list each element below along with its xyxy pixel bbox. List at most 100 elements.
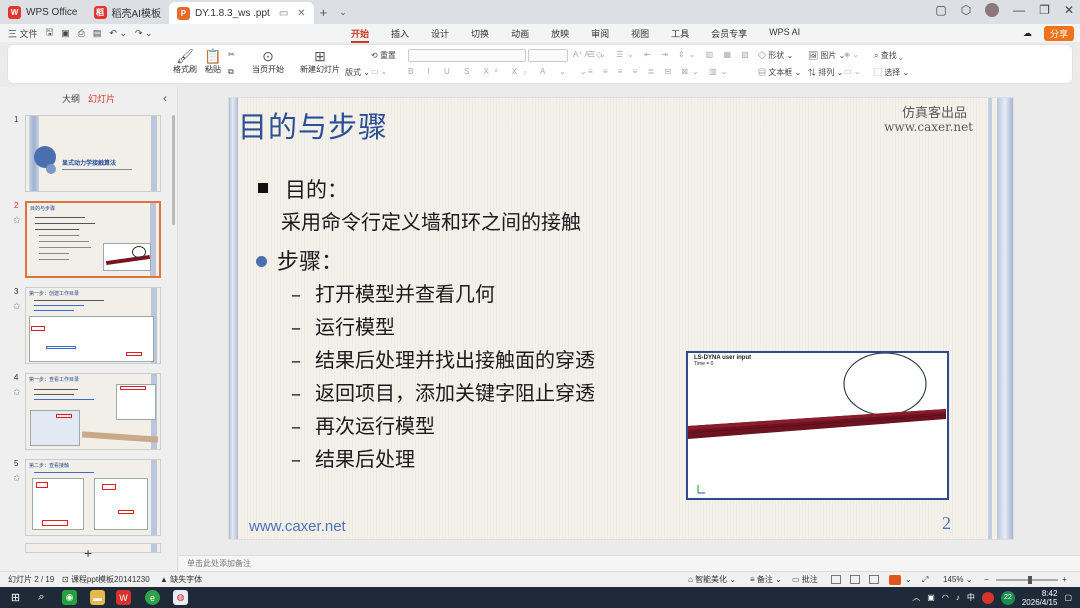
ribbon-tab-tools[interactable]: 工具 (660, 27, 700, 40)
slideshow-dropdown-icon[interactable]: ⌄ (905, 575, 912, 584)
zoom-in-icon[interactable]: + (1062, 575, 1067, 584)
slide-thumbnail[interactable]: 第一步：查看工作目录 (25, 373, 161, 450)
fill-icon[interactable]: ◈ ⌄ (844, 50, 859, 59)
green-app-icon[interactable]: e (145, 590, 160, 605)
open-icon[interactable]: ▣ (61, 28, 70, 39)
ribbon-tab-insert[interactable]: 插入 (380, 27, 420, 40)
fit-window-icon[interactable]: ⤢ (922, 575, 928, 585)
steps-heading[interactable]: 步骤： (277, 244, 343, 276)
font-name-select[interactable] (408, 49, 526, 62)
new-slide-button[interactable]: ⊞ 新建幻灯片 (298, 48, 342, 75)
cube-icon[interactable]: ⬡ (961, 3, 971, 17)
wechat-icon[interactable]: ◉ (62, 590, 77, 605)
font-style-buttons[interactable]: B I U S X² X₂ A ⌄ ⌄ (408, 67, 593, 76)
slide-thumbnail[interactable]: 第二步：查看接触 (25, 459, 161, 536)
thumbnail-row[interactable]: 1 显式动力学接触算法 (0, 115, 178, 193)
normal-view-icon[interactable] (831, 575, 841, 584)
zoom-out-icon[interactable]: − (984, 575, 989, 584)
reset-button[interactable]: ⟲ 重置 (371, 50, 396, 61)
app-tray-icon[interactable] (981, 591, 994, 604)
windows-start-icon[interactable]: ⊞ (8, 590, 23, 605)
preview-icon[interactable]: ▤ (93, 28, 102, 39)
undo-icon[interactable]: ↶ ⌄ (109, 28, 127, 39)
ribbon-tab-review[interactable]: 审阅 (580, 27, 620, 40)
slides-tab[interactable]: 幻灯片 (88, 92, 115, 105)
redo-icon[interactable]: ↷ ⌄ (135, 28, 153, 39)
thumbnail-row[interactable]: 4 ✩ 第一步：查看工作目录 (0, 373, 178, 451)
textbox-button[interactable]: ▤ 文本框 ⌄ (758, 67, 801, 78)
star-icon[interactable]: ✩ (13, 387, 21, 398)
outline-icon[interactable]: ▭ ⌄ (844, 67, 860, 76)
add-slide-button[interactable]: + (84, 545, 92, 561)
ribbon-tab-home[interactable]: 开始 (340, 27, 380, 43)
minimize-icon[interactable]: — (1013, 3, 1025, 17)
ime-indicator[interactable]: 中 (967, 592, 975, 603)
reading-view-icon[interactable] (869, 575, 879, 584)
wps-taskbar-icon[interactable]: W (116, 590, 131, 605)
ribbon-tab-view[interactable]: 视图 (620, 27, 660, 40)
ribbon-tab-member[interactable]: 会员专享 (700, 27, 758, 40)
paragraph-buttons-bottom[interactable]: ≡ ≡ ≡ ≡ ≣ ⊟ ⊠⌄ ▥⌄ (588, 67, 731, 76)
tray-chevron-icon[interactable]: ︿ (912, 592, 920, 603)
new-tab-button[interactable]: + (314, 5, 334, 20)
purpose-heading[interactable]: 目的： (285, 174, 348, 204)
paragraph-buttons-top[interactable]: ☰⌄ ☰⌄ ⇤ ⇥ ⇕⌄ ▥ ▦ ▧ (588, 50, 753, 59)
thumbnail-row[interactable]: 5 ✩ 第二步：查看接触 (0, 459, 178, 537)
purpose-text[interactable]: 采用命令行定义墙和环之间的接触 (281, 206, 581, 235)
layout-button[interactable]: 版式 ⌄ (345, 67, 370, 78)
close-tab-icon[interactable]: ✕ (297, 8, 305, 19)
slide-title[interactable]: 目的与步骤 (238, 104, 388, 146)
simulation-screenshot[interactable]: LS-DYNA user input Time = 0 (686, 351, 949, 500)
zoom-level[interactable]: 145% ⌄ (943, 575, 972, 584)
font-size-select[interactable] (528, 49, 568, 62)
beautify-button[interactable]: ⌂ 智能美化 ⌄ (688, 574, 736, 585)
avatar[interactable] (985, 3, 1000, 17)
system-clock[interactable]: 8:42 2026/4/15 (1022, 589, 1058, 607)
star-icon[interactable]: ✩ (13, 215, 21, 226)
notification-badge[interactable]: 22 (1000, 590, 1015, 605)
search-icon[interactable]: ⌕ (34, 590, 49, 605)
step-item[interactable]: – 运行模型 (291, 311, 395, 340)
tab-wps-office[interactable]: W WPS Office (0, 0, 86, 24)
shape-button[interactable]: ◇ 形状 ⌄ (758, 50, 793, 61)
step-item[interactable]: – 结果后处理 (291, 443, 415, 472)
thumbnail-row[interactable]: 2 ✩ 目的与步骤 (0, 201, 178, 279)
ribbon-tab-design[interactable]: 设计 (420, 27, 460, 40)
print-icon[interactable]: ⎙ (78, 28, 85, 39)
ribbon-tab-slideshow[interactable]: 放映 (540, 27, 580, 40)
slide-thumbnail[interactable] (25, 543, 161, 553)
step-item[interactable]: – 打开模型并查看几何 (291, 278, 495, 307)
comments-toggle[interactable]: ▭ 批注 (792, 574, 818, 585)
star-icon[interactable]: ✩ (13, 301, 21, 312)
step-item[interactable]: – 返回项目，添加关键字阻止穿透 (291, 377, 595, 406)
cloud-sync-icon[interactable]: ☁ (1023, 28, 1032, 39)
step-item[interactable]: – 结果后处理并找出接触面的穿透 (291, 344, 595, 373)
star-icon[interactable]: ✩ (13, 473, 21, 484)
section-button[interactable]: ▭ ⌄ (371, 67, 387, 76)
window-layout-icon[interactable]: ▢ (935, 3, 946, 17)
volume-icon[interactable]: ♪ (956, 593, 960, 602)
copy-icon[interactable]: ⧉ (228, 67, 234, 77)
wifi-icon[interactable]: ◠ (942, 593, 949, 602)
notes-area[interactable]: 单击此处添加备注 (179, 555, 1080, 571)
browser-icon[interactable]: ◍ (173, 590, 188, 605)
zoom-slider-track[interactable] (996, 579, 1058, 581)
find-button[interactable]: ⌕ 查找 ⌄ (874, 50, 903, 61)
slide-thumbnail[interactable]: 第一步：创建工作目录 (25, 287, 161, 364)
save-icon[interactable]: 🖫 (46, 25, 54, 41)
outline-tab[interactable]: 大纲 (62, 92, 80, 105)
template-name[interactable]: ⊡ 课程ppt模板20141230 (62, 574, 150, 585)
panel-scrollbar[interactable] (172, 115, 175, 225)
select-button[interactable]: ⬚ 选择 ⌄ (874, 67, 909, 78)
missing-font-button[interactable]: ▲ 缺失字体 (160, 574, 202, 585)
play-from-current-button[interactable]: ⊙ 当页开始 (251, 48, 285, 75)
close-window-icon[interactable]: ✕ (1064, 3, 1074, 17)
ribbon-tab-wps-ai[interactable]: WPS AI (758, 27, 811, 40)
tab-document[interactable]: P DY.1.8.3_ws .ppt ▭ ✕ (168, 2, 314, 24)
monitor-icon[interactable]: ▭ (279, 8, 288, 19)
share-button[interactable]: 分享 (1043, 25, 1074, 41)
format-painter-button[interactable]: 🖌 格式刷 (170, 48, 200, 75)
restore-icon[interactable]: ❐ (1039, 3, 1050, 17)
arrange-button[interactable]: ⇅ 排列 ⌄ (808, 67, 843, 78)
sorter-view-icon[interactable] (850, 575, 860, 584)
